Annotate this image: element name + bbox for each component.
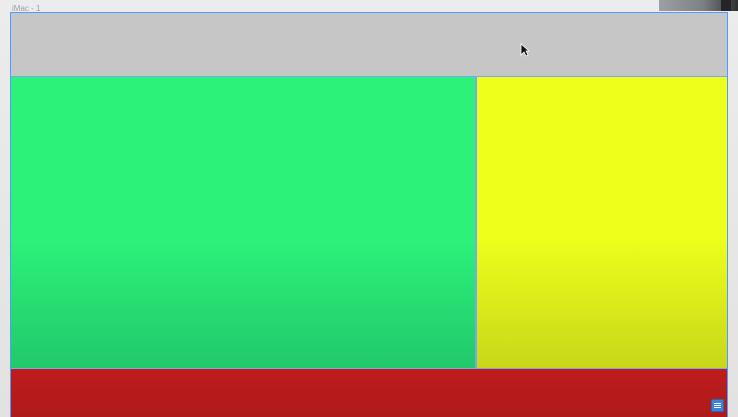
list-icon-line — [714, 407, 721, 408]
footer-block[interactable] — [11, 368, 727, 417]
list-icon[interactable] — [711, 399, 724, 412]
cursor-icon — [520, 43, 530, 57]
camera-thumbnail — [659, 0, 738, 11]
header-block[interactable] — [11, 13, 727, 77]
side-block[interactable] — [476, 77, 727, 368]
list-icon-line — [714, 403, 721, 404]
artboard-frame[interactable] — [10, 12, 728, 417]
main-block[interactable] — [11, 77, 476, 368]
screen-viewport: iMac - 1 — [0, 0, 738, 417]
list-icon-line — [714, 405, 721, 406]
